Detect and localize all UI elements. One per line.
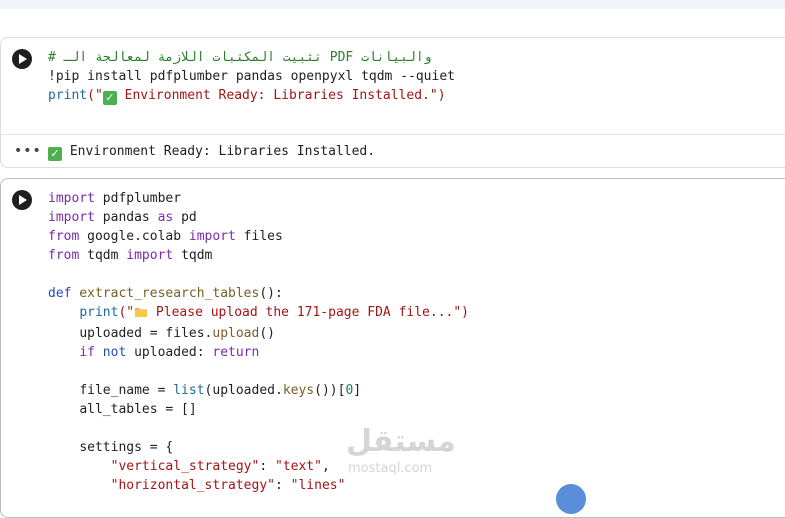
code-comment: # تثبيت المكتبات اللازمة لمعالجة الـ PDF… [48,50,432,65]
string-open: (" [87,88,103,103]
builtin: list [173,383,205,398]
code-text: ] [353,383,362,398]
string-open: (" [118,305,135,320]
code-cell-install[interactable]: # تثبيت المكتبات اللازمة لمعالجة الـ PDF… [0,37,785,168]
dict-value: "lines" [290,478,346,493]
print-call: print [79,305,119,320]
code-text: : [259,459,275,474]
output-text: Environment Ready: Libraries Installed. [62,144,376,159]
check-mark-icon: ✓ [102,91,117,105]
keyword: import [126,248,174,263]
code-cell-extract[interactable]: import pdfplumber import pandas as pd fr… [0,178,785,518]
dict-key: "horizontal_strategy" [110,478,275,493]
keyword: import [188,229,236,244]
folder-icon [134,305,148,324]
string-close: ") [453,305,470,320]
code-text: pandas [94,210,158,225]
dict-value: "text" [275,459,322,474]
code-text: uploaded = files. [79,326,213,341]
code-text: file_name = [79,383,174,398]
code-text: () [259,326,275,341]
keyword: from [48,229,80,244]
code-text: pd [173,210,197,225]
code-text: (uploaded. [204,383,283,398]
code-text: pdfplumber [94,191,182,206]
code-editor[interactable]: import pdfplumber import pandas as pd fr… [48,189,469,495]
code-text: : [275,478,291,493]
function-name: extract_research_tables [71,286,260,301]
keyword: from [48,248,80,263]
code-text: files [235,229,283,244]
check-mark-icon: ✓ [48,147,62,161]
pip-command: !pip install pdfplumber pandas openpyxl … [48,69,455,84]
keyword: as [157,210,174,225]
string-close: ") [429,88,446,103]
code-text: ())[ [314,383,346,398]
code-text: tqdm [173,248,213,263]
code-text: tqdm [79,248,127,263]
run-cell-button[interactable] [12,49,32,69]
code-editor[interactable]: # تثبيت المكتبات اللازمة لمعالجة الـ PDF… [48,48,455,105]
keyword: not [102,345,127,360]
code-text: all_tables = [] [79,402,197,417]
print-string: Please upload the 171-page FDA file... [148,305,454,320]
dict-key: "vertical_strategy" [110,459,260,474]
keyword: return [212,345,260,360]
top-toolbar-strip [0,0,785,9]
code-text: , [321,459,330,474]
print-call: print [48,88,88,103]
print-string: Environment Ready: Libraries Installed. [116,88,430,103]
play-icon [17,195,27,205]
output-menu-button[interactable]: ••• [14,144,42,158]
keyword: import [48,210,95,225]
cell-output: ✓ Environment Ready: Libraries Installed… [48,142,375,161]
code-text: settings = { [79,440,174,455]
function-name: upload [212,326,260,341]
keyword: import [48,191,95,206]
play-icon [17,54,27,64]
code-text: google.colab [79,229,189,244]
function-name: keys [282,383,315,398]
code-text: (): [259,286,283,301]
keyword: def [48,286,72,301]
output-divider [1,134,785,135]
code-text: uploaded: [126,345,213,360]
keyword: if [79,345,95,360]
run-cell-button[interactable] [12,190,32,210]
